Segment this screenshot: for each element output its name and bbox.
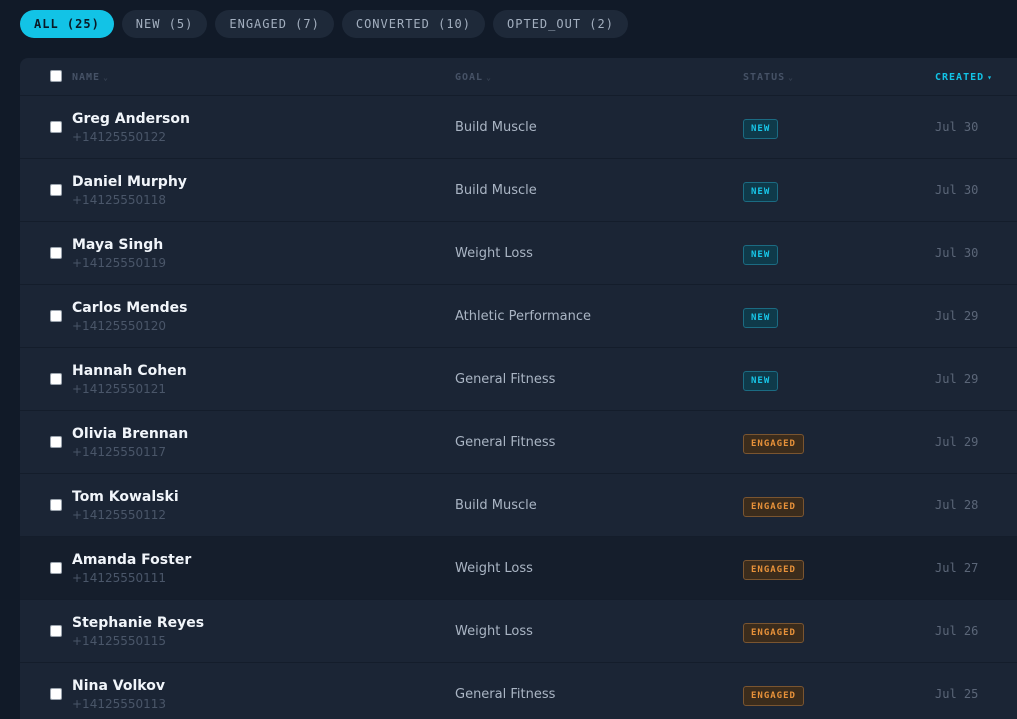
lead-name: Carlos Mendes [72, 300, 188, 316]
lead-goal: Build Muscle [455, 183, 537, 198]
leads-page: ALL (25) NEW (5) ENGAGED (7) CONVERTED (… [0, 0, 1017, 719]
column-header-status[interactable]: STATUS ⌄ [743, 58, 794, 96]
lead-name: Maya Singh [72, 237, 164, 253]
lead-phone: +14125550112 [72, 508, 167, 522]
lead-goal: General Fitness [455, 435, 556, 450]
status-badge: ENGAGED [743, 497, 804, 517]
created-date: Jul 27 [935, 561, 979, 575]
row-checkbox[interactable] [50, 373, 62, 385]
lead-phone: +14125550118 [72, 193, 167, 207]
lead-name: Nina Volkov [72, 678, 165, 694]
status-badge: NEW [743, 371, 779, 391]
status-badge: ENGAGED [743, 560, 804, 580]
lead-name: Amanda Foster [72, 552, 192, 568]
status-badge: ENGAGED [743, 686, 804, 706]
lead-name: Hannah Cohen [72, 363, 187, 379]
table-body: Greg Anderson +14125550122 Build Muscle … [20, 96, 1017, 719]
created-date: Jul 30 [935, 120, 979, 134]
column-header-created[interactable]: CREATED ▾ [935, 58, 993, 96]
table-row[interactable]: Carlos Mendes +14125550120 Athletic Perf… [20, 285, 1017, 348]
status-badge: NEW [743, 308, 779, 328]
column-header-name[interactable]: NAME ⌄ [72, 58, 109, 96]
table-header: NAME ⌄ GOAL ⌄ STATUS ⌄ CREATED ▾ [20, 58, 1017, 96]
leads-table: NAME ⌄ GOAL ⌄ STATUS ⌄ CREATED ▾ Greg An… [20, 58, 1017, 719]
column-header-name-label: NAME [72, 71, 101, 83]
row-checkbox[interactable] [50, 310, 62, 322]
lead-goal: General Fitness [455, 687, 556, 702]
sort-chevron-icon: ⌄ [788, 72, 794, 82]
row-checkbox[interactable] [50, 499, 62, 511]
created-date: Jul 28 [935, 498, 979, 512]
created-date: Jul 29 [935, 309, 979, 323]
lead-goal: Weight Loss [455, 624, 533, 639]
created-date: Jul 29 [935, 372, 979, 386]
lead-goal: Weight Loss [455, 246, 533, 261]
status-badge: ENGAGED [743, 434, 804, 454]
lead-goal: Build Muscle [455, 120, 537, 135]
lead-phone: +14125550122 [72, 130, 167, 144]
lead-phone: +14125550111 [72, 571, 167, 585]
row-checkbox[interactable] [50, 436, 62, 448]
filter-tab-engaged[interactable]: ENGAGED (7) [215, 10, 334, 38]
sort-desc-icon: ▾ [987, 72, 993, 82]
created-date: Jul 30 [935, 183, 979, 197]
table-row[interactable]: Daniel Murphy +14125550118 Build Muscle … [20, 159, 1017, 222]
table-row[interactable]: Olivia Brennan +14125550117 General Fitn… [20, 411, 1017, 474]
status-badge: NEW [743, 182, 779, 202]
sort-chevron-icon: ⌄ [486, 72, 492, 82]
lead-name: Daniel Murphy [72, 174, 187, 190]
created-date: Jul 29 [935, 435, 979, 449]
column-header-status-label: STATUS [743, 71, 786, 83]
lead-name: Greg Anderson [72, 111, 190, 127]
filter-tabs: ALL (25) NEW (5) ENGAGED (7) CONVERTED (… [20, 10, 628, 38]
table-row[interactable]: Stephanie Reyes +14125550115 Weight Loss… [20, 600, 1017, 663]
lead-phone: +14125550117 [72, 445, 167, 459]
created-date: Jul 25 [935, 687, 979, 701]
status-badge: NEW [743, 245, 779, 265]
table-row[interactable]: Maya Singh +14125550119 Weight Loss NEW … [20, 222, 1017, 285]
lead-phone: +14125550120 [72, 319, 167, 333]
lead-phone: +14125550121 [72, 382, 167, 396]
table-row[interactable]: Tom Kowalski +14125550112 Build Muscle E… [20, 474, 1017, 537]
table-row[interactable]: Hannah Cohen +14125550121 General Fitnes… [20, 348, 1017, 411]
filter-tab-opted-out[interactable]: OPTED_OUT (2) [493, 10, 628, 38]
row-checkbox[interactable] [50, 247, 62, 259]
row-checkbox[interactable] [50, 184, 62, 196]
lead-name: Olivia Brennan [72, 426, 189, 442]
created-date: Jul 30 [935, 246, 979, 260]
lead-name: Stephanie Reyes [72, 615, 205, 631]
filter-tab-new[interactable]: NEW (5) [121, 10, 208, 38]
filter-tab-all[interactable]: ALL (25) [20, 10, 114, 38]
column-header-goal-label: GOAL [455, 71, 484, 83]
table-row[interactable]: Amanda Foster +14125550111 Weight Loss E… [20, 537, 1017, 600]
row-checkbox[interactable] [50, 121, 62, 133]
lead-name: Tom Kowalski [72, 489, 179, 505]
row-checkbox[interactable] [50, 562, 62, 574]
lead-phone: +14125550115 [72, 634, 167, 648]
lead-goal: Weight Loss [455, 561, 533, 576]
lead-phone: +14125550113 [72, 697, 167, 711]
status-badge: ENGAGED [743, 623, 804, 643]
lead-goal: Athletic Performance [455, 309, 591, 324]
column-header-created-label: CREATED [935, 71, 985, 83]
table-row[interactable]: Greg Anderson +14125550122 Build Muscle … [20, 96, 1017, 159]
table-row[interactable]: Nina Volkov +14125550113 General Fitness… [20, 663, 1017, 719]
status-badge: NEW [743, 119, 779, 139]
column-header-goal[interactable]: GOAL ⌄ [455, 58, 492, 96]
sort-chevron-icon: ⌄ [103, 72, 109, 82]
lead-goal: General Fitness [455, 372, 556, 387]
lead-goal: Build Muscle [455, 498, 537, 513]
row-checkbox[interactable] [50, 625, 62, 637]
filter-tab-converted[interactable]: CONVERTED (10) [341, 10, 486, 38]
select-all-checkbox[interactable] [50, 70, 62, 82]
created-date: Jul 26 [935, 624, 979, 638]
lead-phone: +14125550119 [72, 256, 167, 270]
row-checkbox[interactable] [50, 688, 62, 700]
